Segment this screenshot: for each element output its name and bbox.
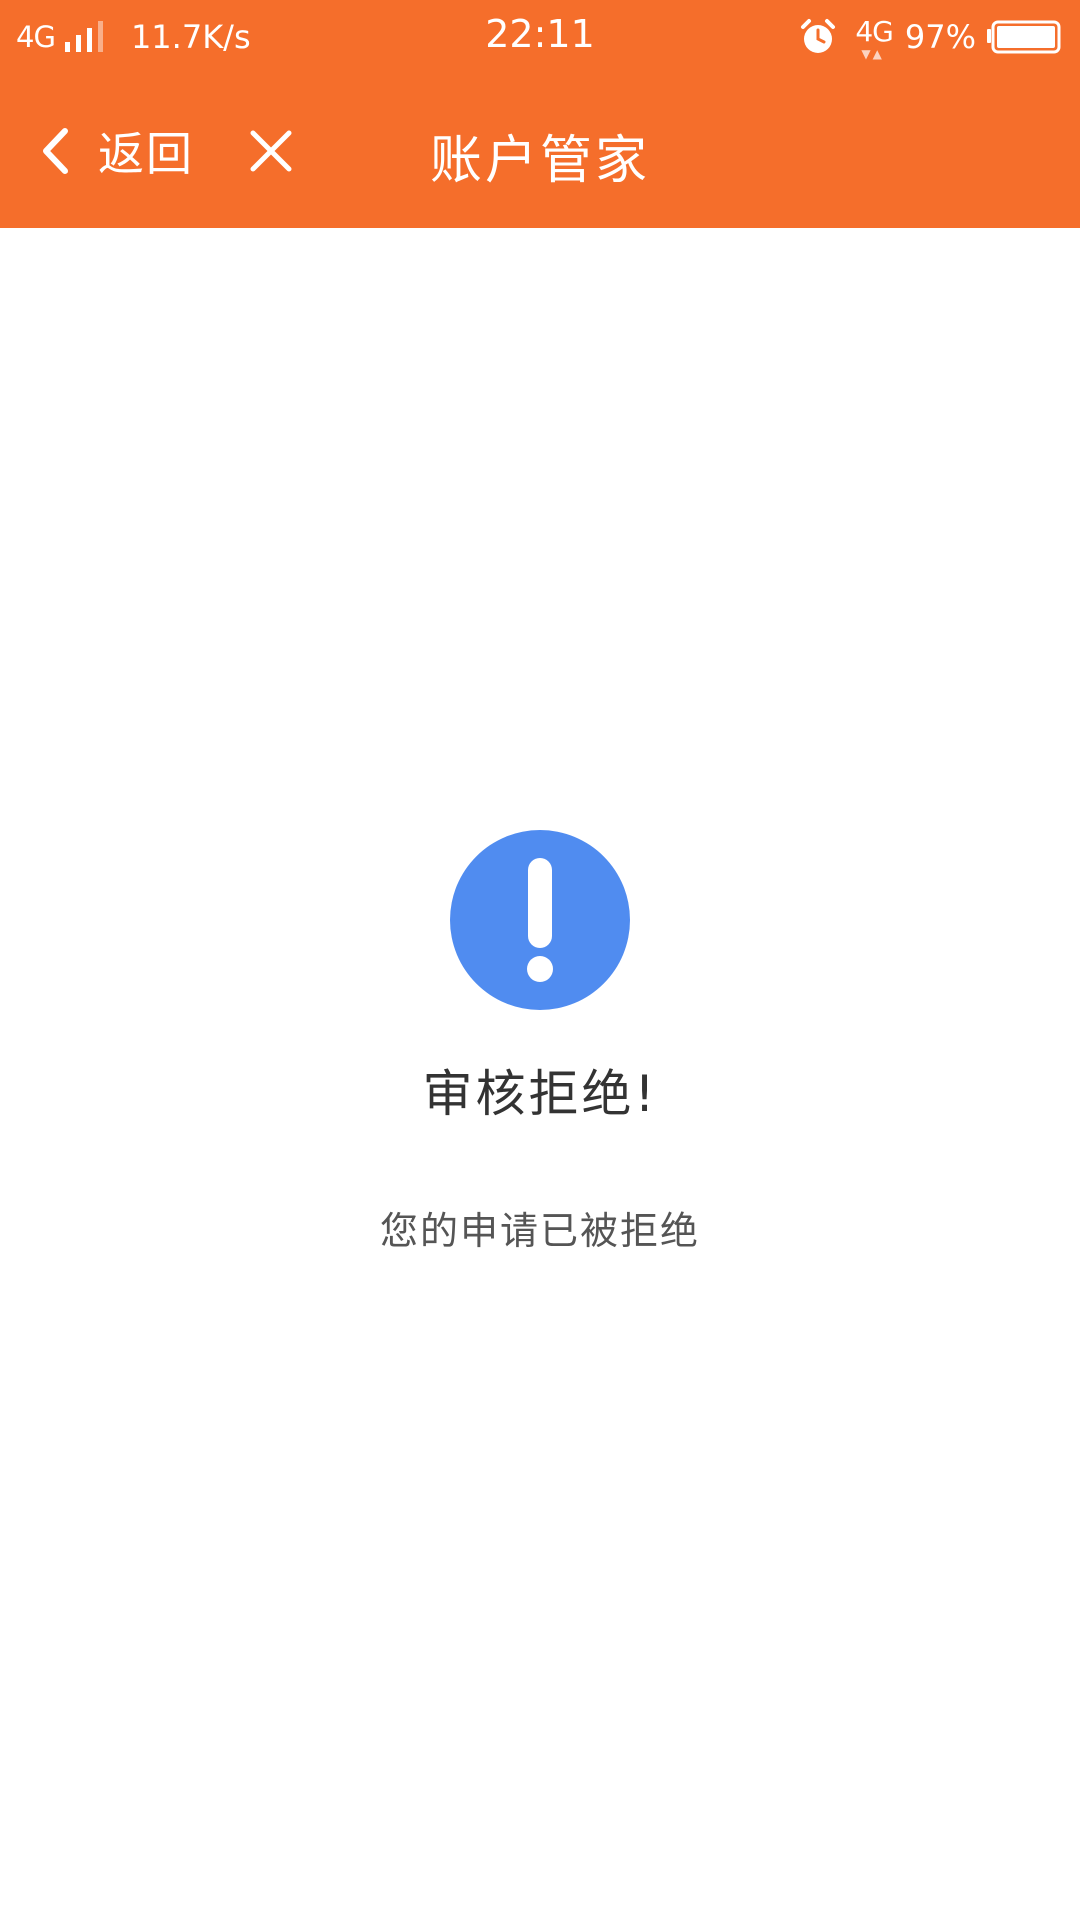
- result-description: 您的申请已被拒绝: [379, 1209, 700, 1253]
- result-panel: 审核拒绝! 您的申请已被拒绝: [0, 830, 1080, 1254]
- chevron-left-icon: [43, 128, 68, 174]
- back-label: 返回: [98, 127, 194, 181]
- battery-icon: [987, 20, 1061, 54]
- exclamation-circle-icon: [450, 830, 630, 1010]
- back-button[interactable]: 返回: [38, 118, 194, 184]
- result-title: 审核拒绝!: [422, 1065, 658, 1123]
- status-bar: 4G 11.7K/s 22:11 4G ▼▲ 97%: [0, 0, 1080, 74]
- alarm-icon: [801, 19, 836, 53]
- header: 4G 11.7K/s 22:11 4G ▼▲ 97% 返回 账户管家: [0, 0, 1080, 228]
- battery-percent: 97%: [904, 18, 976, 56]
- data-activity-icon: ▼▲: [861, 46, 884, 61]
- screen: 4G 11.7K/s 22:11 4G ▼▲ 97% 返回 账户管家 审核拒绝!…: [0, 0, 1080, 1920]
- network-type-secondary: 4G ▼▲: [855, 14, 894, 61]
- network-type-secondary-label: 4G: [855, 14, 894, 48]
- nav-bar: 返回 账户管家: [0, 74, 1080, 228]
- close-icon[interactable]: [246, 126, 296, 176]
- status-right: 4G ▼▲ 97%: [799, 14, 1062, 61]
